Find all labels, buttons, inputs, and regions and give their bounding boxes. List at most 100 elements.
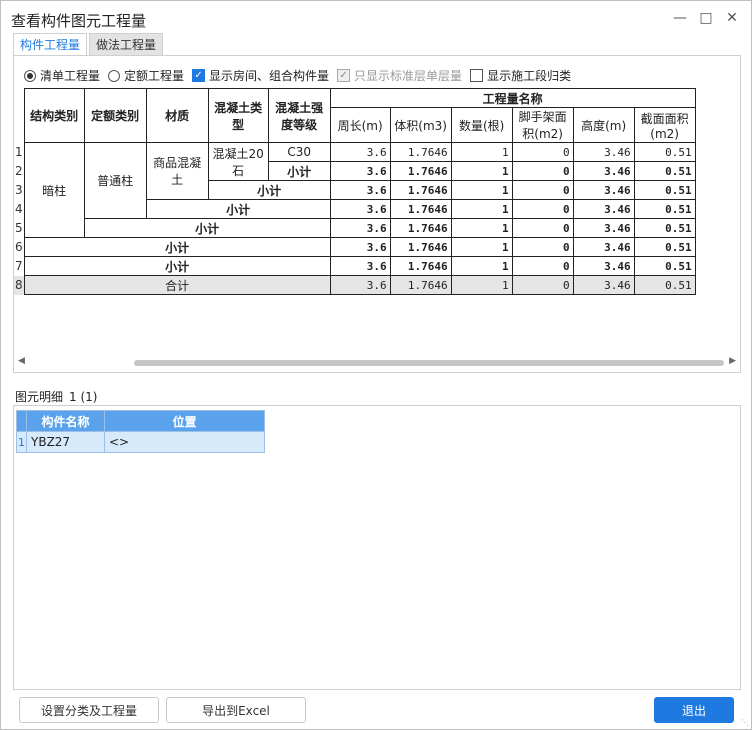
radio-off-icon[interactable] xyxy=(108,69,121,82)
checkbox-unchecked-icon[interactable] xyxy=(470,69,484,82)
cell-section: 0.51 xyxy=(633,275,696,295)
cell-subtotal: 小计 xyxy=(267,161,331,181)
table-row: 5 小计 3.6 1.7646 1 0 3.46 0.51 xyxy=(14,218,696,238)
cell-total: 合计 xyxy=(23,275,331,295)
header-corner xyxy=(14,88,25,143)
radio-list-quantity[interactable]: 清单工程量 xyxy=(24,67,100,84)
detail-section-label: 图元明细 1 (1) xyxy=(15,388,97,405)
row-number: 6 xyxy=(14,237,25,257)
scroll-left-icon[interactable]: ◀ xyxy=(18,356,25,366)
cell-scaffold: 0 xyxy=(511,237,574,257)
radio-on-icon[interactable] xyxy=(24,69,36,82)
detail-header-name: 构件名称 xyxy=(26,410,105,432)
cell-material: 商品混凝土 xyxy=(145,142,209,200)
cell-scaffold: 0 xyxy=(511,180,574,200)
radio-quota-label: 定额工程量 xyxy=(124,69,185,83)
cell-perimeter: 3.6 xyxy=(329,199,391,219)
cell-count: 1 xyxy=(450,256,513,276)
table-row: 7 小计 3.6 1.7646 1 0 3.46 0.51 xyxy=(14,256,696,276)
header-count: 数量(根) xyxy=(450,107,513,143)
header-volume: 体积(m3) xyxy=(389,107,452,143)
show-rooms-label: 显示房间、组合构件量 xyxy=(209,69,330,83)
settings-button[interactable]: 设置分类及工程量 xyxy=(19,697,159,723)
quantity-dialog: 查看构件图元工程量 — □ ✕ 构件工程量 做法工程量 清单工程量 定额工程量 … xyxy=(0,0,752,730)
cell-scaffold: 0 xyxy=(511,161,574,181)
row-number: 4 xyxy=(14,199,25,219)
detail-cell-name[interactable]: YBZ27 xyxy=(26,431,105,453)
cell-count: 1 xyxy=(450,161,513,181)
maximize-icon[interactable]: □ xyxy=(695,8,717,28)
detail-row-number: 1 xyxy=(16,431,27,453)
minimize-icon[interactable]: — xyxy=(669,8,691,28)
checkbox-checked-icon[interactable]: ✓ xyxy=(192,69,206,82)
header-section: 截面面积(m2) xyxy=(633,107,696,143)
cell-count: 1 xyxy=(450,199,513,219)
row-number: 2 xyxy=(14,161,25,181)
detail-table: 构件名称 位置 1 YBZ27 <> xyxy=(16,410,265,453)
cell-height: 3.46 xyxy=(572,256,635,276)
cell-height: 3.46 xyxy=(572,142,635,162)
row-number: 3 xyxy=(14,180,25,200)
radio-quota-quantity[interactable]: 定额工程量 xyxy=(108,67,184,84)
table-row: 6 小计 3.6 1.7646 1 0 3.46 0.51 xyxy=(14,237,696,257)
checkbox-show-rooms[interactable]: ✓ 显示房间、组合构件量 xyxy=(192,67,329,84)
scroll-right-icon[interactable]: ▶ xyxy=(729,356,736,366)
cell-section: 0.51 xyxy=(633,199,696,219)
checkbox-show-segments[interactable]: 显示施工段归类 xyxy=(470,67,571,84)
cell-volume: 1.7646 xyxy=(389,256,452,276)
cell-height: 3.46 xyxy=(572,218,635,238)
cell-strength: C30 xyxy=(267,142,331,162)
cell-volume: 1.7646 xyxy=(389,161,452,181)
cell-height: 3.46 xyxy=(572,237,635,257)
cell-subtotal: 小计 xyxy=(83,218,331,238)
window-title: 查看构件图元工程量 xyxy=(11,12,147,30)
tab-method-quantity[interactable]: 做法工程量 xyxy=(89,33,164,55)
cell-section: 0.51 xyxy=(633,237,696,257)
std-floor-label: 只显示标准层单层量 xyxy=(354,69,463,83)
cell-section: 0.51 xyxy=(633,256,696,276)
horizontal-scrollbar[interactable]: ◀ ▶ xyxy=(14,356,740,370)
radio-list-label: 清单工程量 xyxy=(40,69,101,83)
cell-scaffold: 0 xyxy=(511,275,574,295)
cell-concrete-type: 混凝土20石 xyxy=(207,142,269,181)
scroll-thumb[interactable] xyxy=(134,360,724,366)
cell-volume: 1.7646 xyxy=(389,180,452,200)
header-concrete-type: 混凝土类型 xyxy=(207,88,269,143)
checkbox-std-floor: ✓ 只显示标准层单层量 xyxy=(337,67,462,84)
header-strength: 混凝土强度等级 xyxy=(267,88,331,143)
cell-perimeter: 3.6 xyxy=(329,180,391,200)
export-excel-button[interactable]: 导出到Excel xyxy=(166,697,306,723)
cell-category: 暗柱 xyxy=(23,142,85,238)
cell-subtotal: 小计 xyxy=(23,237,331,257)
cell-scaffold: 0 xyxy=(511,142,574,162)
cell-count: 1 xyxy=(450,218,513,238)
cell-volume: 1.7646 xyxy=(389,218,452,238)
tab-component-quantity[interactable]: 构件工程量 xyxy=(13,33,88,55)
cell-volume: 1.7646 xyxy=(389,275,452,295)
cell-subtotal: 小计 xyxy=(23,256,331,276)
cell-perimeter: 3.6 xyxy=(329,161,391,181)
row-number: 7 xyxy=(14,256,25,276)
cell-section: 0.51 xyxy=(633,161,696,181)
row-number: 5 xyxy=(14,218,25,238)
cell-perimeter: 3.6 xyxy=(329,256,391,276)
resize-grip-icon[interactable]: ⋱ xyxy=(741,718,749,727)
cell-volume: 1.7646 xyxy=(389,199,452,219)
cell-height: 3.46 xyxy=(572,161,635,181)
cell-volume: 1.7646 xyxy=(389,237,452,257)
header-height: 高度(m) xyxy=(572,107,635,143)
exit-button[interactable]: 退出 xyxy=(654,697,734,723)
table-row-total: 8 合计 3.6 1.7646 1 0 3.46 0.51 xyxy=(14,275,696,295)
cell-scaffold: 0 xyxy=(511,218,574,238)
checkbox-disabled-icon: ✓ xyxy=(337,69,351,82)
cell-height: 3.46 xyxy=(572,275,635,295)
cell-perimeter: 3.6 xyxy=(329,142,391,162)
cell-quota-category: 普通柱 xyxy=(83,142,147,219)
header-perimeter: 周长(m) xyxy=(329,107,391,143)
detail-cell-position[interactable]: <> xyxy=(104,431,265,453)
cell-subtotal: 小计 xyxy=(145,199,331,219)
close-icon[interactable]: ✕ xyxy=(721,8,743,28)
detail-count: 1 (1) xyxy=(69,390,98,404)
options-bar: 清单工程量 定额工程量 ✓ 显示房间、组合构件量 ✓ 只显示标准层单层量 显示施… xyxy=(24,67,579,84)
table-row[interactable]: 1 YBZ27 <> xyxy=(16,431,265,453)
